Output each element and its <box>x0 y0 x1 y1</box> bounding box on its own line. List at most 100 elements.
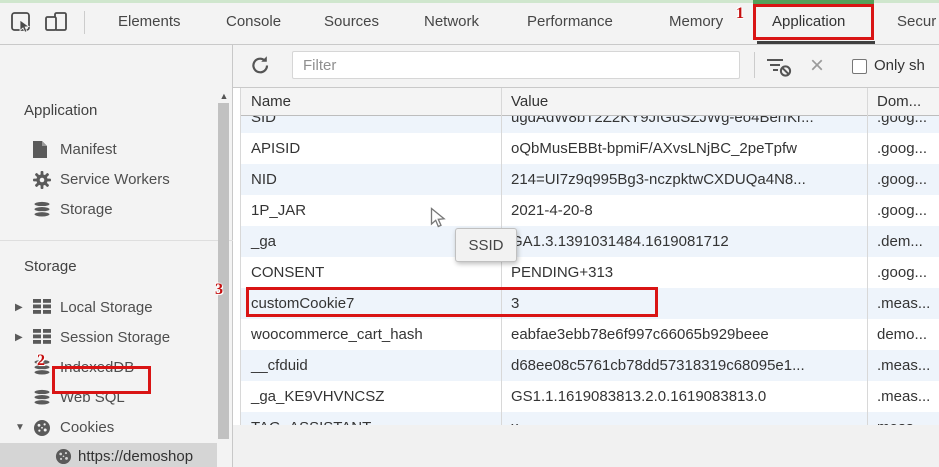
cookie-value-cell[interactable]: oQbMusEBBt-bpmiF/AXvsLNjBC_2peTpfw <box>501 133 867 164</box>
cookie-table-viewport: SID ugdAdW8bT2Z2KY9JfGuSZJWg-eo4BerIKr..… <box>241 116 939 425</box>
cookie-table: Name Value Dom... SID ugdAdW8bT2Z2KY9JfG… <box>240 88 939 425</box>
only-show-issue-label: Only sh <box>874 57 925 74</box>
only-show-issue-checkbox[interactable] <box>852 59 867 74</box>
annotation-box-cookies <box>52 366 151 394</box>
cookie-domain-cell[interactable]: .meas... <box>867 381 939 412</box>
annotation-number-3: 3 <box>215 281 223 298</box>
cookie-domain-cell[interactable]: .dem... <box>867 226 939 257</box>
sidebar-item-local-storage[interactable]: ▶ Local Storage <box>0 293 217 323</box>
refresh-icon[interactable] <box>250 55 271 81</box>
toolbar-divider <box>754 52 755 78</box>
tab-console[interactable]: Console <box>226 0 281 44</box>
gear-icon <box>33 171 51 193</box>
database-icon <box>33 200 51 222</box>
cookie-table-rows: SID ugdAdW8bT2Z2KY9JfGuSZJWg-eo4BerIKr..… <box>241 116 939 425</box>
table-icon <box>33 329 51 348</box>
table-row[interactable]: APISID oQbMusEBBt-bpmiF/AXvsLNjBC_2peTpf… <box>241 133 939 164</box>
cookie-domain-cell[interactable]: .meas... <box>867 350 939 381</box>
toolbar-divider <box>84 11 85 34</box>
cookie-name-cell[interactable]: SID <box>241 116 501 133</box>
filter-input[interactable] <box>292 51 740 79</box>
table-row[interactable]: woocommerce_cart_hash eabfae3ebb78e6f997… <box>241 319 939 350</box>
tab-sources[interactable]: Sources <box>324 0 379 44</box>
sidebar-item-session-storage[interactable]: ▶ Session Storage <box>0 323 217 353</box>
column-header-name[interactable]: Name <box>241 88 501 115</box>
sidebar-item-service-workers[interactable]: Service Workers <box>0 165 217 195</box>
tab-security[interactable]: Secur <box>897 0 936 44</box>
sidebar-section-application: Application <box>24 102 98 119</box>
chevron-right-icon[interactable]: ▶ <box>15 323 23 353</box>
sidebar-item-label: Cookies <box>60 419 115 436</box>
devtools-window: Elements Console Sources Network Perform… <box>0 0 939 467</box>
cookie-domain-cell[interactable]: .goog... <box>867 195 939 226</box>
cookie-icon <box>33 419 51 441</box>
annotation-box-custom-cookie-row <box>246 287 658 317</box>
sidebar-divider <box>0 240 233 241</box>
cookie-domain-cell[interactable]: meas... <box>867 412 939 425</box>
table-row[interactable]: _ga_KE9VHVNCSZ GS1.1.1619083813.2.0.1619… <box>241 381 939 412</box>
table-row[interactable]: TAG_ASSISTANT x meas... <box>241 412 939 425</box>
database-icon <box>33 388 51 410</box>
annotation-number-2: 2 <box>37 352 45 369</box>
cookie-value-cell[interactable]: GA1.3.1391031484.1619081712 <box>501 226 867 257</box>
column-header-value[interactable]: Value <box>501 88 867 115</box>
cookie-value-cell[interactable]: ugdAdW8bT2Z2KY9JfGuSZJWg-eo4BerIKr... <box>501 116 867 133</box>
sidebar-item-cookie-origin-demoshop[interactable]: https://demoshop <box>0 443 217 467</box>
sidebar-item-storage[interactable]: Storage <box>0 195 217 225</box>
cookie-name-cell[interactable]: _ga_KE9VHVNCSZ <box>241 381 501 412</box>
tab-memory[interactable]: Memory <box>669 0 723 44</box>
table-row[interactable]: __cfduid d68ee08c5761cb78dd57318319c6809… <box>241 350 939 381</box>
table-row[interactable]: _ga GA1.3.1391031484.1619081712 .dem... <box>241 226 939 257</box>
sidebar-item-cookies[interactable]: ▼ Cookies <box>0 413 217 443</box>
chevron-right-icon[interactable]: ▶ <box>15 293 23 323</box>
cookie-domain-cell[interactable]: .meas... <box>867 288 939 319</box>
cookie-value-cell[interactable]: PENDING+313 <box>501 257 867 288</box>
cookie-value-cell[interactable]: 214=UI7z9q995Bg3-nczpktwCXDUQa4N8... <box>501 164 867 195</box>
device-toolbar-icon[interactable] <box>44 11 70 39</box>
table-row[interactable]: SID ugdAdW8bT2Z2KY9JfGuSZJWg-eo4BerIKr..… <box>241 116 939 133</box>
table-row[interactable]: NID 214=UI7z9q995Bg3-nczpktwCXDUQa4N8...… <box>241 164 939 195</box>
cookie-icon <box>55 448 72 467</box>
tooltip-text: SSID <box>468 236 504 254</box>
sidebar-item-manifest[interactable]: Manifest <box>0 135 217 165</box>
cookie-domain-cell[interactable]: demo... <box>867 319 939 350</box>
table-row[interactable]: CONSENT PENDING+313 .goog... <box>241 257 939 288</box>
cookie-name-cell[interactable]: APISID <box>241 133 501 164</box>
table-icon <box>33 299 51 318</box>
cookie-domain-cell[interactable]: .goog... <box>867 164 939 195</box>
inspect-element-icon[interactable] <box>10 11 33 39</box>
annotation-box-application-tab <box>753 4 874 40</box>
sidebar-scrollbar[interactable] <box>218 103 229 439</box>
cookie-name-cell[interactable]: 1P_JAR <box>241 195 501 226</box>
cookie-domain-cell[interactable]: .goog... <box>867 257 939 288</box>
cookie-value-cell[interactable]: 2021-4-20-8 <box>501 195 867 226</box>
cookie-value-cell[interactable]: d68ee08c5761cb78dd57318319c68095e1... <box>501 350 867 381</box>
filter-blocked-cookies-icon[interactable] <box>766 56 793 83</box>
column-header-domain[interactable]: Dom... <box>867 88 939 115</box>
cookie-value-cell[interactable]: GS1.1.1619083813.2.0.1619083813.0 <box>501 381 867 412</box>
manifest-file-icon <box>33 141 47 162</box>
cookie-domain-cell[interactable]: .goog... <box>867 133 939 164</box>
sidebar-item-label: Storage <box>60 201 113 218</box>
column-divider[interactable] <box>867 88 868 425</box>
tab-performance[interactable]: Performance <box>527 0 613 44</box>
cookie-name-cell[interactable]: NID <box>241 164 501 195</box>
annotation-number-1: 1 <box>736 5 744 22</box>
chevron-down-icon[interactable]: ▼ <box>15 413 25 443</box>
cookie-value-cell[interactable]: x <box>501 412 867 425</box>
cookie-value-cell[interactable]: eabfae3ebb78e6f997c66065b929beee <box>501 319 867 350</box>
cookie-name-cell[interactable]: TAG_ASSISTANT <box>241 412 501 425</box>
sidebar-item-label: Local Storage <box>60 299 153 316</box>
active-tab-underline <box>757 41 875 44</box>
sidebar-scrollbar-up-arrow[interactable]: ▲ <box>218 91 230 101</box>
tab-network[interactable]: Network <box>424 0 479 44</box>
tooltip: SSID <box>455 228 517 262</box>
tab-elements[interactable]: Elements <box>118 0 181 44</box>
cookie-name-cell[interactable]: __cfduid <box>241 350 501 381</box>
cookie-domain-cell[interactable]: .goog... <box>867 116 939 133</box>
clear-filter-icon[interactable]: × <box>810 48 824 84</box>
table-row[interactable]: 1P_JAR 2021-4-20-8 .goog... <box>241 195 939 226</box>
sidebar-item-label: Service Workers <box>60 171 170 188</box>
sidebar-item-label: Session Storage <box>60 329 171 346</box>
cookie-name-cell[interactable]: woocommerce_cart_hash <box>241 319 501 350</box>
